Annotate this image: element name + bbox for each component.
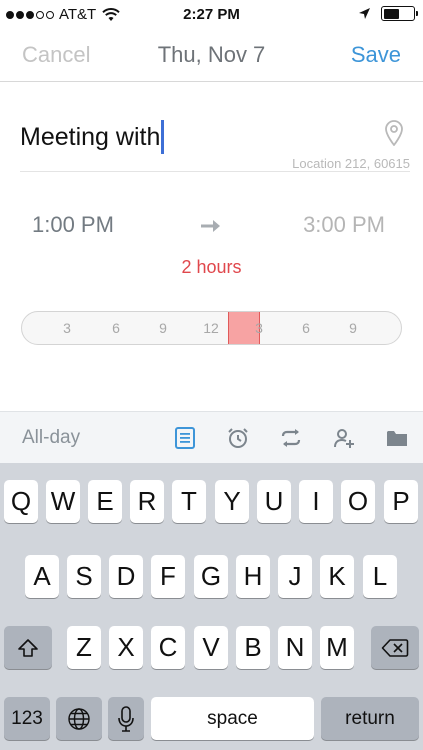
add-person-icon[interactable] <box>332 426 356 450</box>
key[interactable]: G <box>194 555 228 598</box>
nav-bar: Cancel Thu, Nov 7 Save <box>0 30 423 82</box>
shift-icon <box>18 638 38 657</box>
folder-icon[interactable] <box>385 426 409 450</box>
key[interactable]: K <box>320 555 354 598</box>
alarm-icon[interactable] <box>226 426 250 450</box>
keyboard: Q W E R T Y U I O P A S D F G H J K L Z … <box>0 463 423 750</box>
return-key-label: return <box>345 707 395 729</box>
key[interactable]: O <box>341 480 375 523</box>
key[interactable]: B <box>236 626 270 669</box>
key[interactable]: W <box>46 480 80 523</box>
key[interactable]: I <box>299 480 333 523</box>
event-options-toolbar: All-day <box>0 411 423 463</box>
repeat-icon[interactable] <box>279 426 303 450</box>
key[interactable]: U <box>257 480 291 523</box>
text-cursor <box>161 120 165 154</box>
key[interactable]: Q <box>4 480 38 523</box>
key[interactable]: L <box>363 555 397 598</box>
key[interactable]: T <box>172 480 206 523</box>
timeline-tick: 12 <box>203 320 219 336</box>
battery-icon <box>381 6 418 21</box>
globe-icon <box>68 707 90 730</box>
right-arrow-icon <box>201 220 220 232</box>
backspace-icon <box>381 638 409 657</box>
return-key[interactable]: return <box>321 697 419 740</box>
key[interactable]: N <box>278 626 312 669</box>
timeline-tick: 3 <box>255 320 263 336</box>
key[interactable]: M <box>320 626 354 669</box>
numbers-key-label: 123 <box>11 707 43 729</box>
space-key[interactable]: space <box>151 697 314 740</box>
battery-level <box>383 8 400 19</box>
map-pin-icon[interactable] <box>384 120 404 146</box>
key[interactable]: V <box>194 626 228 669</box>
status-right <box>358 6 418 21</box>
all-day-toggle[interactable]: All-day <box>22 427 80 449</box>
event-title-value: Meeting with <box>20 122 161 151</box>
key[interactable]: Y <box>215 480 249 523</box>
key[interactable]: X <box>109 626 143 669</box>
start-time[interactable]: 1:00 PM <box>32 212 114 238</box>
key[interactable]: C <box>151 626 185 669</box>
timeline-tick: 3 <box>63 320 71 336</box>
key[interactable]: P <box>384 480 418 523</box>
event-title-field[interactable]: Meeting with Location 212, 60615 <box>20 112 410 172</box>
microphone-key[interactable] <box>108 697 144 740</box>
delete-key[interactable] <box>371 626 419 669</box>
key[interactable]: A <box>25 555 59 598</box>
notes-icon[interactable] <box>173 426 197 450</box>
timeline-tick: 6 <box>112 320 120 336</box>
time-range-slider[interactable]: 3 6 9 12 3 6 9 <box>21 311 402 345</box>
timeline-tick: 6 <box>302 320 310 336</box>
key[interactable]: F <box>151 555 185 598</box>
duration-label: 2 hours <box>181 257 242 277</box>
timeline-tick: 9 <box>349 320 357 336</box>
location-arrow-icon <box>359 8 370 19</box>
key[interactable]: S <box>67 555 101 598</box>
globe-key[interactable] <box>56 697 102 740</box>
microphone-icon <box>118 705 134 732</box>
location-hint[interactable]: Location 212, 60615 <box>292 156 410 171</box>
numbers-key[interactable]: 123 <box>4 697 50 740</box>
event-title-input[interactable]: Meeting with <box>20 120 165 154</box>
timeline-tick: 9 <box>159 320 167 336</box>
save-button[interactable]: Save <box>351 42 401 68</box>
key[interactable]: R <box>130 480 164 523</box>
key[interactable]: Z <box>67 626 101 669</box>
key[interactable]: H <box>236 555 270 598</box>
key[interactable]: D <box>109 555 143 598</box>
shift-key[interactable] <box>4 626 52 669</box>
key[interactable]: E <box>88 480 122 523</box>
space-key-label: space <box>207 707 258 729</box>
status-bar: AT&T 2:27 PM <box>0 0 423 30</box>
key[interactable]: J <box>278 555 312 598</box>
end-time[interactable]: 3:00 PM <box>303 212 385 238</box>
